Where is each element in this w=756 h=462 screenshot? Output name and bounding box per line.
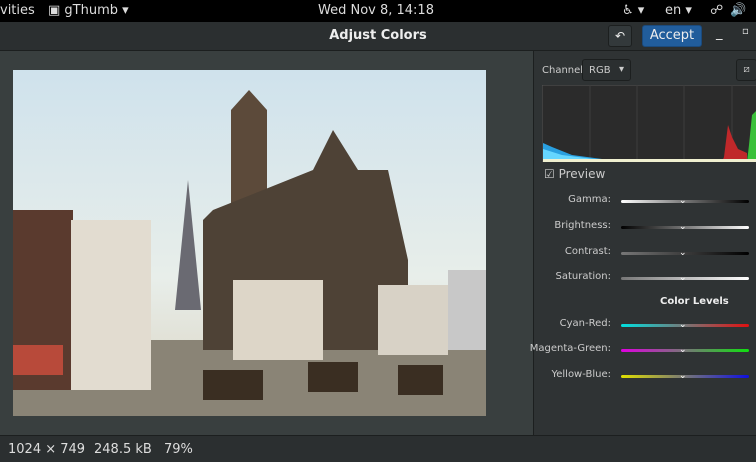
photo-image (13, 70, 486, 416)
undo-icon: ↶ (614, 29, 626, 43)
checkbox-checked-icon: ☑ (544, 167, 555, 181)
saturation-slider[interactable]: Saturation: ⌄ (534, 271, 756, 285)
slider-handle[interactable]: ⌄ (679, 371, 687, 381)
image-dimensions: 1024 × 749 (8, 442, 86, 457)
volume-icon[interactable]: 🔊 (730, 3, 746, 18)
dropdown-arrow-icon: ▾ (618, 64, 624, 75)
channel-select[interactable]: RGB ▾ (582, 59, 631, 81)
minimize-button[interactable]: _ (716, 26, 723, 41)
preview-checkbox[interactable]: ☑ Preview (544, 167, 605, 181)
slider-handle[interactable]: ⌄ (679, 320, 687, 330)
app-menu[interactable]: ▣ gThumb ▾ (48, 3, 129, 18)
brightness-slider[interactable]: Brightness: ⌄ (534, 220, 756, 234)
network-icon[interactable]: ☍ (710, 3, 723, 18)
gamma-slider[interactable]: Gamma: ⌄ (534, 194, 756, 208)
activities-button[interactable]: vities (0, 3, 35, 18)
channel-label: Channel: (542, 65, 587, 76)
slider-handle[interactable]: ⌄ (679, 196, 687, 206)
maximize-button[interactable]: ▫ (742, 26, 749, 37)
slider-handle[interactable]: ⌄ (679, 248, 687, 258)
histogram (542, 85, 756, 162)
header-bar: Adjust Colors ↶ Accept _ ▫ (0, 22, 756, 51)
slider-handle[interactable]: ⌄ (679, 222, 687, 232)
language-menu[interactable]: en ▾ (665, 3, 692, 18)
top-bar: vities ▣ gThumb ▾ Wed Nov 8, 14:18 ♿ ▾ e… (0, 0, 756, 22)
linear-scale-icon: ⧄ (743, 64, 750, 75)
contrast-slider[interactable]: Contrast: ⌄ (534, 246, 756, 260)
file-size: 248.5 kB (94, 442, 152, 457)
slider-handle[interactable]: ⌄ (679, 273, 687, 283)
yellow-blue-slider[interactable]: Yellow-Blue: ⌄ (534, 369, 756, 383)
slider-handle[interactable]: ⌄ (679, 345, 687, 355)
magenta-green-slider[interactable]: Magenta-Green: ⌄ (530, 343, 756, 357)
adjust-colors-panel: Channel: RGB ▾ ⧄ ☑ Preview Gamma: ⌄ Bright… (530, 51, 756, 435)
accessibility-icon[interactable]: ♿ ▾ (622, 3, 644, 18)
accept-button[interactable]: Accept (642, 25, 702, 47)
color-levels-heading: Color Levels (660, 296, 729, 307)
image-viewer (0, 51, 533, 435)
photo-drawing (13, 90, 486, 416)
cyan-red-slider[interactable]: Cyan-Red: ⌄ (534, 318, 756, 332)
clock[interactable]: Wed Nov 8, 14:18 (318, 3, 434, 18)
zoom-level: 79% (164, 442, 193, 457)
undo-button[interactable]: ↶ (608, 25, 632, 47)
status-bar: 1024 × 749 · 248.5 kB 79% (0, 435, 756, 462)
histogram-scale-button[interactable]: ⧄ (736, 59, 756, 81)
